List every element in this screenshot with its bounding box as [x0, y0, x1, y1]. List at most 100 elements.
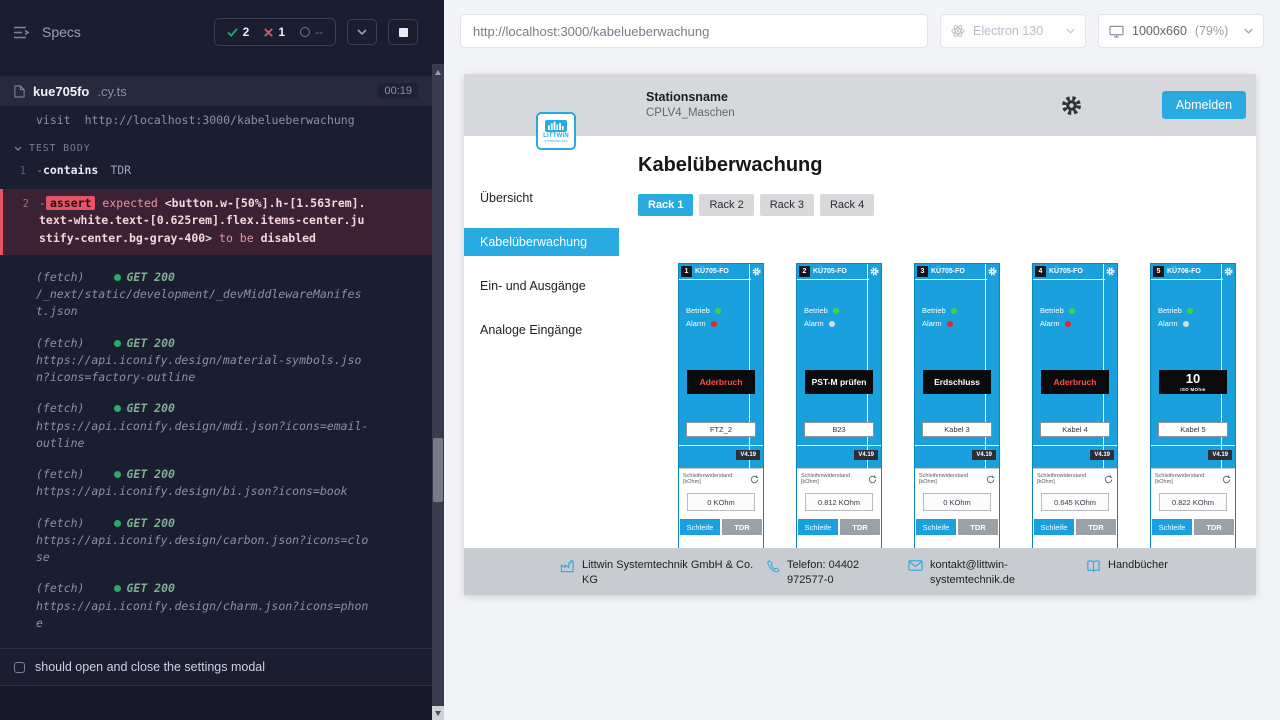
schleife-button[interactable]: Schleife: [1034, 519, 1074, 535]
network-log-entry[interactable]: (fetch)GET 200 https://api.iconify.desig…: [0, 580, 432, 632]
assert-state: disabled: [261, 231, 316, 245]
preferences-dropdown-button[interactable]: [347, 19, 377, 45]
tab-rack-4[interactable]: Rack 4: [820, 194, 874, 216]
browser-selector[interactable]: Electron 130: [940, 14, 1086, 48]
network-log-entry[interactable]: (fetch)GET 200 /_next/static/development…: [0, 269, 432, 321]
failed-assertion[interactable]: 2 -assert expected <button.w-[50%].h-[1.…: [0, 189, 432, 255]
command-contains[interactable]: 1 -containsTDR: [0, 162, 432, 180]
scrollbar-thumb[interactable]: [433, 438, 443, 502]
card-side-strip: [985, 264, 986, 468]
refresh-icon[interactable]: [1104, 475, 1113, 484]
footer-phone[interactable]: Telefon: 04402 972577-0: [766, 558, 885, 588]
test-icon: [14, 662, 25, 673]
viewport-scale: (79%): [1195, 24, 1228, 38]
slot-number: 3: [917, 266, 928, 277]
refresh-icon[interactable]: [1222, 475, 1231, 484]
specs-menu-icon[interactable]: [14, 26, 31, 39]
sidebar-item-uebersicht[interactable]: Übersicht: [464, 184, 619, 212]
device-card: 5 KÜ706-FO Betrieb Alarm: [1150, 263, 1236, 563]
betrieb-label: Betrieb: [922, 306, 946, 315]
firmware-version: V4.19: [854, 450, 878, 460]
settings-gear-icon[interactable]: [1061, 95, 1082, 116]
cable-name-input[interactable]: B23: [804, 422, 874, 437]
card-settings-icon[interactable]: [1106, 267, 1115, 276]
tdr-button[interactable]: TDR: [722, 519, 762, 535]
refresh-icon[interactable]: [868, 475, 877, 484]
fetch-url: https://api.iconify.design/charm.json?ic…: [36, 598, 370, 633]
card-settings-icon[interactable]: [1224, 267, 1233, 276]
refresh-icon[interactable]: [986, 475, 995, 484]
littwin-logo: LITTWIN SYSTEMTECHNIK: [536, 112, 576, 150]
alarm-led: [711, 321, 717, 327]
cable-name-input[interactable]: FTZ_2: [686, 422, 756, 437]
sidebar-item-analoge-eingaenge[interactable]: Analoge Eingänge: [464, 316, 619, 344]
chevron-down-icon: [14, 146, 22, 151]
card-settings-icon[interactable]: [752, 267, 761, 276]
network-log-entry[interactable]: (fetch)GET 200 https://api.iconify.desig…: [0, 335, 432, 387]
iso-unit: ISO MOhm: [1180, 387, 1205, 392]
tdr-button[interactable]: TDR: [958, 519, 998, 535]
scroll-down-icon[interactable]: [432, 706, 444, 720]
spec-file-icon: [14, 85, 25, 98]
scrollbar-track[interactable]: [432, 64, 444, 706]
card-side-strip: [867, 264, 868, 468]
slot-number: 4: [1035, 266, 1046, 277]
status-display: 10 ISO MOhm: [1159, 370, 1227, 394]
slot-number: 5: [1153, 266, 1164, 277]
status-dot-icon: [114, 405, 121, 412]
viewport-selector[interactable]: 1000x660 (79%): [1098, 14, 1264, 48]
schleife-button[interactable]: Schleife: [1152, 519, 1192, 535]
stop-run-button[interactable]: [388, 19, 418, 45]
cable-name-input[interactable]: Kabel 5: [1158, 422, 1228, 437]
fetch-status: GET 200: [126, 336, 174, 350]
sidebar-item-kabelueberwachung[interactable]: Kabelüberwachung: [464, 228, 619, 256]
schleife-button[interactable]: Schleife: [916, 519, 956, 535]
resistance-value: 0 KOhm: [923, 493, 991, 511]
url-input[interactable]: http://localhost:3000/kabelueberwachung: [460, 14, 928, 48]
test-body-section[interactable]: TEST BODY: [0, 129, 432, 160]
alarm-led: [1183, 321, 1189, 327]
alarm-label: Alarm: [1158, 319, 1178, 328]
stat-passed: 2: [227, 25, 250, 39]
logout-button[interactable]: Abmelden: [1162, 91, 1246, 119]
refresh-icon[interactable]: [750, 475, 759, 484]
app-main: Kabelüberwachung Rack 1 Rack 2 Rack 3 Ra…: [619, 136, 1256, 595]
cable-name-input[interactable]: Kabel 4: [1040, 422, 1110, 437]
tdr-button[interactable]: TDR: [1194, 519, 1234, 535]
tdr-button[interactable]: TDR: [840, 519, 880, 535]
resistance-value: 0.812 KOhm: [805, 493, 873, 511]
stat-failed: 1: [264, 25, 285, 39]
next-test-row[interactable]: should open and close the settings modal: [0, 648, 432, 686]
status-dot-icon: [114, 520, 121, 527]
status-display: Aderbruch: [1041, 370, 1109, 394]
reporter-scrollbar[interactable]: [432, 0, 444, 720]
cable-name-input[interactable]: Kabel 3: [922, 422, 992, 437]
sidebar-item-ein-und-ausgaenge[interactable]: Ein- und Ausgänge: [464, 272, 619, 300]
scroll-up-icon[interactable]: [432, 66, 444, 78]
schleife-button[interactable]: Schleife: [798, 519, 838, 535]
device-card: 3 KÜ705-FO Betrieb Alarm: [914, 263, 1000, 563]
tab-rack-3[interactable]: Rack 3: [760, 194, 814, 216]
firmware-version: V4.19: [1090, 450, 1114, 460]
spec-header[interactable]: kue705fo .cy.ts 00:19: [0, 76, 432, 106]
network-log-entry[interactable]: (fetch)GET 200 https://api.iconify.desig…: [0, 466, 432, 501]
network-log-entry[interactable]: (fetch)GET 200 https://api.iconify.desig…: [0, 515, 432, 567]
footer-email[interactable]: kontakt@littwin-systemtechnik.de: [908, 558, 1036, 588]
alarm-led: [947, 321, 953, 327]
alarm-led: [829, 321, 835, 327]
network-log-entry[interactable]: (fetch)GET 200 https://api.iconify.desig…: [0, 400, 432, 452]
tdr-button[interactable]: TDR: [1076, 519, 1116, 535]
rack-tabs: Rack 1 Rack 2 Rack 3 Rack 4: [638, 194, 1256, 216]
command-visit[interactable]: visithttp://localhost:3000/kabelueberwac…: [0, 112, 432, 129]
card-settings-icon[interactable]: [870, 267, 879, 276]
tab-rack-2[interactable]: Rack 2: [699, 194, 753, 216]
next-test-title: should open and close the settings modal: [35, 660, 265, 674]
tab-rack-1[interactable]: Rack 1: [638, 194, 693, 216]
failed-count: 1: [278, 25, 285, 39]
card-settings-icon[interactable]: [988, 267, 997, 276]
alarm-label: Alarm: [686, 319, 706, 328]
footer-manuals[interactable]: Handbücher: [1086, 558, 1168, 573]
spec-extension: .cy.ts: [97, 84, 126, 99]
passed-count: 2: [243, 25, 250, 39]
schleife-button[interactable]: Schleife: [680, 519, 720, 535]
